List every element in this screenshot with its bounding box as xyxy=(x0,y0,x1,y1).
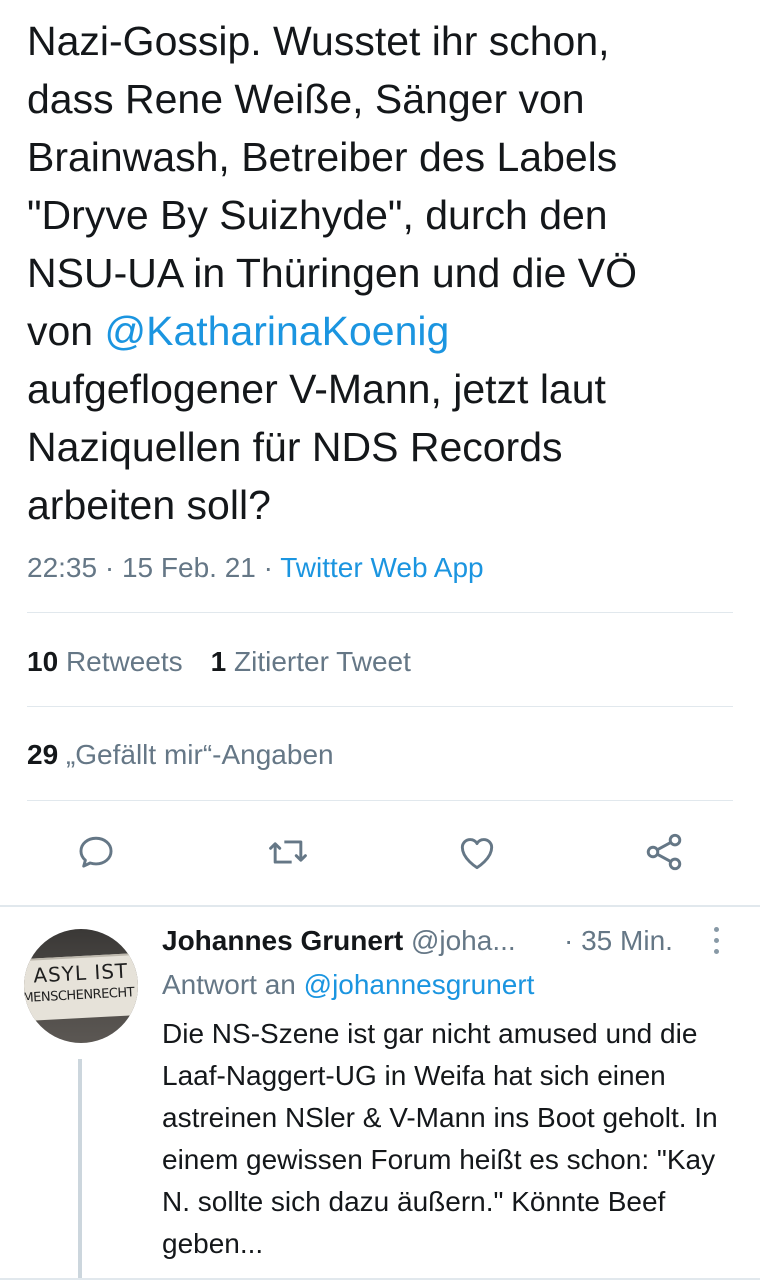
meta-separator: · xyxy=(255,552,281,583)
retweet-button[interactable] xyxy=(262,826,314,878)
thread-line xyxy=(78,1059,82,1280)
divider xyxy=(27,800,733,801)
likes-label: „Gefällt mir“-Angaben xyxy=(65,739,334,770)
retweets-link[interactable]: 10 Retweets xyxy=(27,646,183,677)
reply-to-line: Antwort an @johannesgrunert xyxy=(162,965,534,1005)
avatar-sign-text: ASYL IST xyxy=(32,958,129,988)
quotes-link[interactable]: 1 Zitierter Tweet xyxy=(211,646,411,677)
reply-text: Die NS-Szene ist gar nicht amused und di… xyxy=(162,1018,718,1259)
reply-tweet[interactable]: ASYL IST MENSCHENRECHT Johannes Grunert … xyxy=(0,907,760,1280)
tweet-line: Brainwash, Betreiber des Labels xyxy=(27,134,618,180)
likes-stats[interactable]: 29 „Gefällt mir“-Angaben xyxy=(27,735,334,775)
tweet-meta: 22:35 · 15 Feb. 21 · Twitter Web App xyxy=(27,548,484,588)
tweet-line: von xyxy=(27,308,105,354)
likes-count: 29 xyxy=(27,739,59,770)
reply-to-handle[interactable]: @johannesgrunert xyxy=(304,969,535,1000)
tweet-line: dass Rene Weiße, Sänger von xyxy=(27,76,585,122)
tweet-time[interactable]: 22:35 xyxy=(27,552,97,583)
tweet-source[interactable]: Twitter Web App xyxy=(280,552,483,583)
like-button[interactable] xyxy=(451,826,503,878)
heart-icon xyxy=(460,838,494,870)
tweet-text: Nazi-Gossip. Wusstet ihr schon, dass Ren… xyxy=(27,12,737,534)
share-icon xyxy=(646,833,682,871)
avatar[interactable]: ASYL IST MENSCHENRECHT xyxy=(24,929,138,1043)
tweet-date[interactable]: 15 Feb. 21 xyxy=(122,552,256,583)
reply-button[interactable] xyxy=(70,826,122,878)
avatar-sign-text: MENSCHENRECHT xyxy=(24,985,135,1007)
retweets-count: 10 xyxy=(27,646,59,677)
reply-author-name[interactable]: Johannes Grunert xyxy=(162,925,403,956)
reply-to-label: Antwort an xyxy=(162,969,296,1000)
meta-separator: · xyxy=(97,552,122,583)
retweet-icon xyxy=(269,840,307,864)
reply-header: Johannes Grunert @joha... xyxy=(162,921,516,961)
quotes-count: 1 xyxy=(210,646,227,677)
tweet-line: aufgeflogener V-Mann, jetzt laut xyxy=(27,366,606,412)
reply-time[interactable]: · 35 Min. xyxy=(564,921,673,961)
share-button[interactable] xyxy=(638,826,690,878)
mention-link[interactable]: @KatharinaKoenig xyxy=(105,308,450,354)
tweet-line: Naziquellen für NDS Records xyxy=(27,424,563,470)
avatar-sign: ASYL IST MENSCHENRECHT xyxy=(24,952,138,1022)
tweet-line: arbeiten soll? xyxy=(27,482,271,528)
divider xyxy=(27,612,733,613)
divider xyxy=(27,706,733,707)
tweet-line: Nazi-Gossip. Wusstet ihr schon, xyxy=(27,18,610,64)
quotes-label: Zitierter Tweet xyxy=(234,646,411,677)
more-options-icon[interactable] xyxy=(708,927,724,955)
retweets-label: Retweets xyxy=(65,646,183,677)
action-bar xyxy=(0,826,760,878)
reply-author-handle[interactable]: @joha... xyxy=(411,925,516,956)
retweet-stats: 10 Retweets 1 Zitierter Tweet xyxy=(27,642,411,682)
tweet-line: "Dryve By Suizhyde", durch den xyxy=(27,192,608,238)
tweet-line: NSU-UA in Thüringen und die VÖ xyxy=(27,250,638,296)
reply-icon xyxy=(79,836,113,868)
